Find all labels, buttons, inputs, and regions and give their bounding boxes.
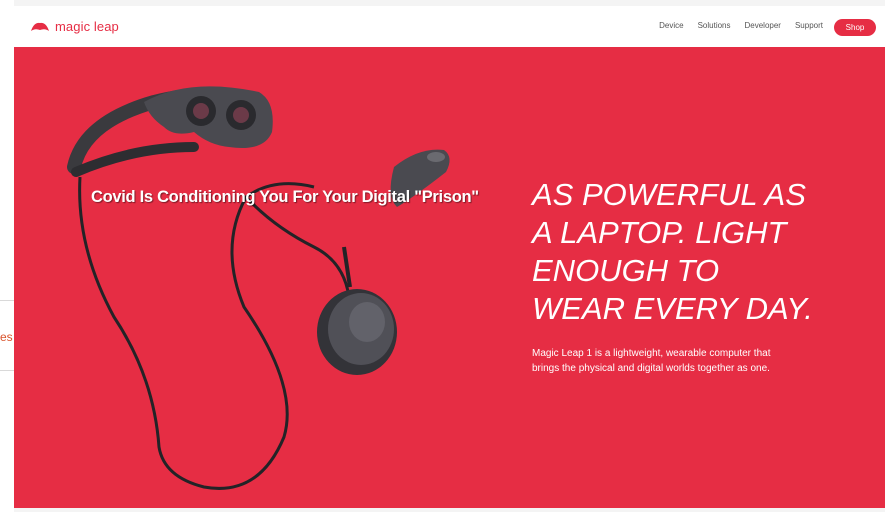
nav-link-device[interactable]: Device <box>659 21 683 30</box>
divider <box>0 300 14 301</box>
hero-subtext: Magic Leap 1 is a lightweight, wearable … <box>532 346 852 376</box>
headline-line: ENOUGH TO <box>532 253 720 288</box>
overlay-caption: Covid Is Conditioning You For Your Digit… <box>91 188 479 206</box>
magic-leap-logo-icon <box>31 22 49 31</box>
headline-line: AS POWERFUL AS <box>532 177 806 212</box>
controller-touchpad <box>427 152 445 162</box>
background-page-text: es <box>0 330 13 344</box>
headset-lens-right-glass <box>233 107 249 123</box>
logo[interactable]: magic leap <box>30 19 119 34</box>
background-page: es <box>0 0 14 512</box>
magic-leap-page: magic leap Device Solutions Developer Su… <box>14 6 885 508</box>
subtext-line: brings the physical and digital worlds t… <box>532 363 770 374</box>
headset-band-lower <box>71 142 199 177</box>
device-product-image <box>67 86 450 490</box>
headset-cable <box>78 176 315 490</box>
compute-pack-highlight <box>349 302 385 342</box>
nav-link-developer[interactable]: Developer <box>745 21 781 30</box>
nav-link-support[interactable]: Support <box>795 21 823 30</box>
divider <box>0 370 14 371</box>
subtext-line: Magic Leap 1 is a lightweight, wearable … <box>532 348 771 359</box>
headline-line: A LAPTOP. LIGHT <box>532 215 787 250</box>
nav-links: Device Solutions Developer Support <box>659 21 823 30</box>
nav-link-solutions[interactable]: Solutions <box>698 21 731 30</box>
logo-text: magic leap <box>55 19 119 34</box>
navbar: magic leap Device Solutions Developer Su… <box>14 6 885 47</box>
compute-pack-cable <box>244 195 351 298</box>
headset-lens-left-glass <box>193 103 209 119</box>
hero-headline: AS POWERFUL AS A LAPTOP. LIGHT ENOUGH TO… <box>532 176 882 328</box>
shop-button[interactable]: Shop <box>834 19 876 36</box>
headline-line: WEAR EVERY DAY. <box>532 291 813 326</box>
